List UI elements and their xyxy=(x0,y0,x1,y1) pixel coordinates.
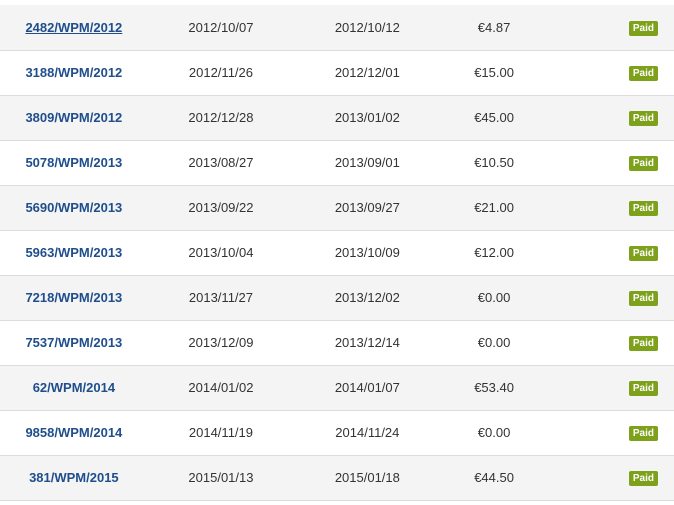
table-row: 3188/WPM/2012 2012/11/26 2012/12/01 €15.… xyxy=(0,50,674,96)
invoice-due-date: 2014/01/07 xyxy=(294,365,441,411)
invoice-date: 2013/11/27 xyxy=(147,275,295,321)
table-row: 5078/WPM/2013 2013/08/27 2013/09/01 €10.… xyxy=(0,140,674,186)
invoice-date: 2013/12/09 xyxy=(147,320,295,366)
status-cell: Paid xyxy=(547,140,674,186)
invoice-number-cell: 5690/WPM/2013 xyxy=(0,185,148,231)
table-row: 7537/WPM/2013 2013/12/09 2013/12/14 €0.0… xyxy=(0,320,674,366)
invoice-amount: €0.00 xyxy=(440,410,548,456)
status-badge: Paid xyxy=(628,471,658,486)
invoice-number-cell: 2482/WPM/2012 xyxy=(0,5,148,51)
invoice-amount: €0.00 xyxy=(440,275,548,321)
status-badge: Paid xyxy=(628,20,658,36)
table-row: 62/WPM/2014 2014/01/02 2014/01/07 €53.40… xyxy=(0,365,674,411)
status-badge: Paid xyxy=(628,246,658,261)
invoice-amount: €0.00 xyxy=(440,320,548,366)
invoice-date: 2012/11/26 xyxy=(147,50,295,96)
status-cell: Paid xyxy=(547,455,674,501)
invoice-table: 2482/WPM/2012 2012/10/07 2012/10/12 €4.8… xyxy=(0,5,674,501)
invoice-due-date: 2014/11/24 xyxy=(294,410,441,456)
table-row: 5963/WPM/2013 2013/10/04 2013/10/09 €12.… xyxy=(0,230,674,276)
invoice-amount: €15.00 xyxy=(440,50,548,96)
invoice-due-date: 2013/09/01 xyxy=(294,140,441,186)
invoice-date: 2013/10/04 xyxy=(147,230,295,276)
status-badge: Paid xyxy=(628,381,658,396)
invoice-due-date: 2013/12/14 xyxy=(294,320,441,366)
invoice-link[interactable]: 3809/WPM/2012 xyxy=(25,110,122,125)
invoice-due-date: 2012/10/12 xyxy=(294,5,441,51)
invoice-date: 2012/12/28 xyxy=(147,95,295,141)
status-cell: Paid xyxy=(547,185,674,231)
invoice-amount: €12.00 xyxy=(440,230,548,276)
invoice-link[interactable]: 5078/WPM/2013 xyxy=(25,155,122,170)
invoice-date: 2012/10/07 xyxy=(147,5,295,51)
invoice-link[interactable]: 381/WPM/2015 xyxy=(29,470,119,485)
invoice-amount: €21.00 xyxy=(440,185,548,231)
invoice-amount: €44.50 xyxy=(440,455,548,501)
invoice-number-cell: 5078/WPM/2013 xyxy=(0,140,148,186)
invoice-link[interactable]: 3188/WPM/2012 xyxy=(25,65,122,80)
invoice-due-date: 2013/09/27 xyxy=(294,185,441,231)
invoice-link[interactable]: 2482/WPM/2012 xyxy=(25,20,122,35)
table-row: 3809/WPM/2012 2012/12/28 2013/01/02 €45.… xyxy=(0,95,674,141)
status-cell: Paid xyxy=(547,365,674,411)
status-cell: Paid xyxy=(547,275,674,321)
invoice-due-date: 2013/10/09 xyxy=(294,230,441,276)
invoice-link[interactable]: 7218/WPM/2013 xyxy=(25,290,122,305)
invoice-link[interactable]: 62/WPM/2014 xyxy=(33,380,115,395)
invoice-amount: €10.50 xyxy=(440,140,548,186)
status-badge: Paid xyxy=(628,201,658,216)
invoice-number-cell: 62/WPM/2014 xyxy=(0,365,148,411)
table-row: 2482/WPM/2012 2012/10/07 2012/10/12 €4.8… xyxy=(0,5,674,51)
status-badge: Paid xyxy=(628,156,658,171)
status-cell: Paid xyxy=(547,320,674,366)
invoice-due-date: 2015/01/18 xyxy=(294,455,441,501)
invoice-number-cell: 9858/WPM/2014 xyxy=(0,410,148,456)
status-badge: Paid xyxy=(628,291,658,306)
table-row: 381/WPM/2015 2015/01/13 2015/01/18 €44.5… xyxy=(0,455,674,501)
table-row: 7218/WPM/2013 2013/11/27 2013/12/02 €0.0… xyxy=(0,275,674,321)
invoice-date: 2014/01/02 xyxy=(147,365,295,411)
invoice-number-cell: 3188/WPM/2012 xyxy=(0,50,148,96)
invoice-date: 2013/08/27 xyxy=(147,140,295,186)
invoice-link[interactable]: 7537/WPM/2013 xyxy=(25,335,122,350)
status-badge: Paid xyxy=(628,336,658,351)
status-badge: Paid xyxy=(628,426,658,441)
invoice-due-date: 2013/01/02 xyxy=(294,95,441,141)
status-cell: Paid xyxy=(547,410,674,456)
status-cell: Paid xyxy=(547,230,674,276)
status-badge: Paid xyxy=(628,111,658,126)
invoice-date: 2013/09/22 xyxy=(147,185,295,231)
invoice-number-cell: 5963/WPM/2013 xyxy=(0,230,148,276)
invoice-number-cell: 7537/WPM/2013 xyxy=(0,320,148,366)
invoice-amount: €4.87 xyxy=(440,5,548,51)
invoice-date: 2014/11/19 xyxy=(147,410,295,456)
status-cell: Paid xyxy=(547,5,674,51)
invoice-number-cell: 381/WPM/2015 xyxy=(0,455,148,501)
invoice-link[interactable]: 5963/WPM/2013 xyxy=(25,245,122,260)
status-cell: Paid xyxy=(547,95,674,141)
invoice-amount: €45.00 xyxy=(440,95,548,141)
invoice-link[interactable]: 5690/WPM/2013 xyxy=(25,200,122,215)
invoice-amount: €53.40 xyxy=(440,365,548,411)
invoice-due-date: 2013/12/02 xyxy=(294,275,441,321)
status-badge: Paid xyxy=(628,66,658,81)
table-row: 9858/WPM/2014 2014/11/19 2014/11/24 €0.0… xyxy=(0,410,674,456)
invoice-date: 2015/01/13 xyxy=(147,455,295,501)
table-row: 5690/WPM/2013 2013/09/22 2013/09/27 €21.… xyxy=(0,185,674,231)
status-cell: Paid xyxy=(547,50,674,96)
invoice-link[interactable]: 9858/WPM/2014 xyxy=(25,425,122,440)
invoice-number-cell: 7218/WPM/2013 xyxy=(0,275,148,321)
invoice-number-cell: 3809/WPM/2012 xyxy=(0,95,148,141)
invoice-due-date: 2012/12/01 xyxy=(294,50,441,96)
